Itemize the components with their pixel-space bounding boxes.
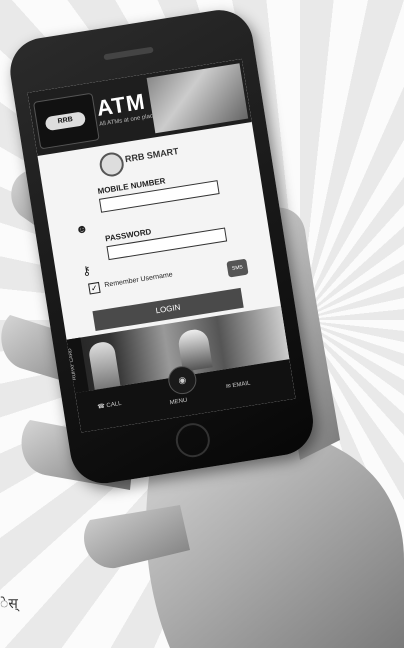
menu-icon: ◉ [177, 374, 187, 386]
call-nav[interactable]: ☎ CALL [97, 400, 122, 411]
app-header: RRB ATM All ATMs at one place [27, 58, 252, 156]
menu-label: MENU [169, 397, 188, 407]
logo-mark: RRB [44, 111, 87, 132]
user-icon: ☻ [74, 221, 90, 237]
header-banner-image [146, 63, 249, 134]
sms-button[interactable]: SMS [226, 258, 249, 278]
remember-username-checkbox[interactable]: ✓ [88, 281, 101, 295]
call-label: CALL [106, 400, 122, 410]
remember-username-label: Remember Username [104, 271, 174, 290]
brand-row: RRB SMART [97, 139, 200, 179]
app-screen: RRB ATM All ATMs at one place RRB SMART … [27, 58, 296, 433]
brand-name: RRB SMART [124, 145, 180, 165]
phone-icon: ☎ [97, 403, 106, 411]
corner-text: ेस् [0, 595, 18, 611]
bank-logo: RRB [32, 92, 100, 150]
home-button[interactable] [173, 420, 213, 460]
key-icon: ⚷ [80, 263, 92, 279]
email-nav[interactable]: ✉ EMAIL [225, 380, 251, 391]
email-label: EMAIL [232, 380, 251, 390]
promo-side-text: RUPAY CARD [66, 347, 78, 381]
brand-emblem [97, 150, 126, 179]
mail-icon: ✉ [225, 383, 232, 391]
promo-side-strip: RUPAY CARD [66, 337, 89, 394]
earpiece [103, 46, 154, 61]
promo-person-image [87, 340, 121, 390]
